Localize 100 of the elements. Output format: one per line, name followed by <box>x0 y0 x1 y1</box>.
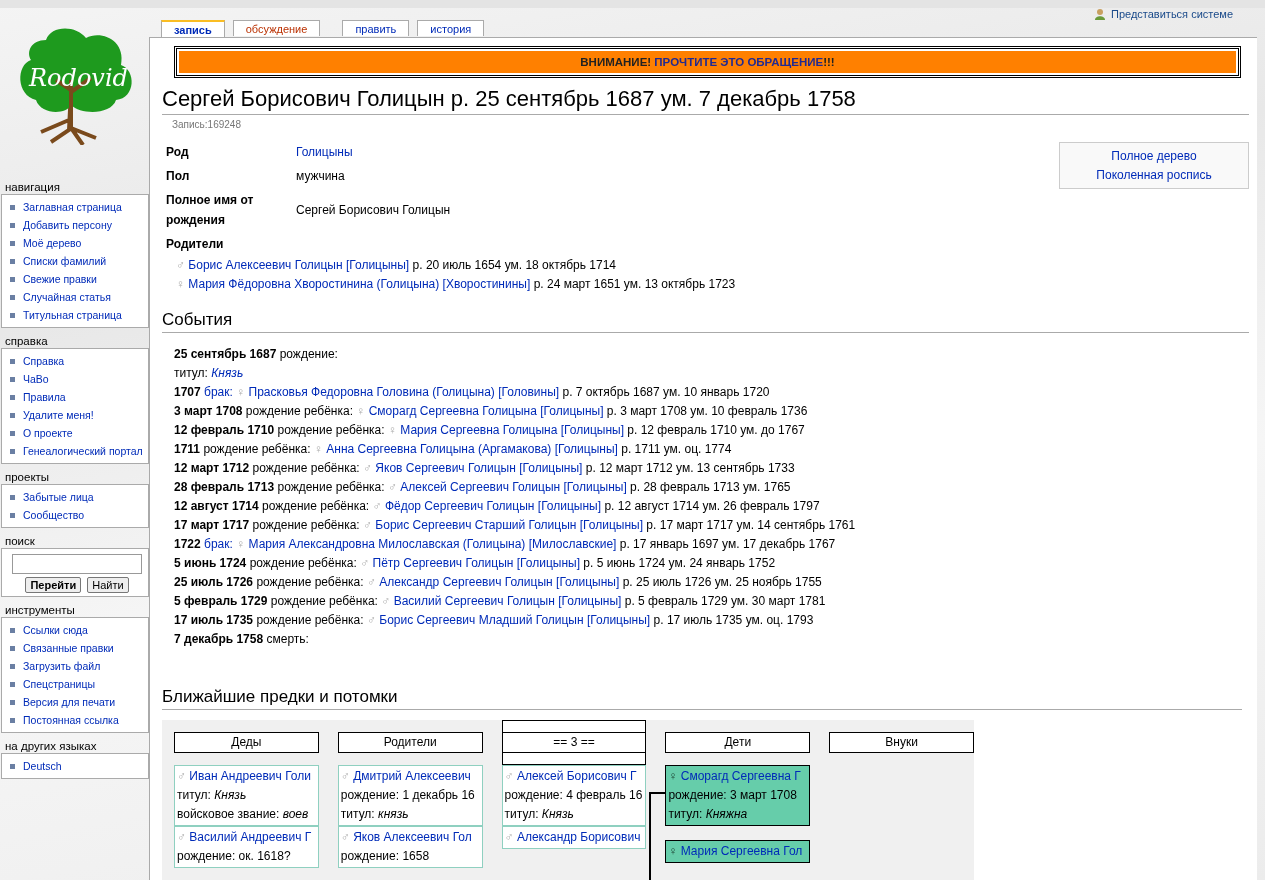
generation-header: Дети <box>665 732 811 753</box>
event-type-link[interactable]: брак: <box>204 537 233 551</box>
family-link[interactable]: [Голицыны] <box>558 594 622 608</box>
card-person[interactable]: ♂ Иван Андреевич Голи <box>177 767 316 786</box>
bullet-icon <box>10 431 15 436</box>
nav-link[interactable]: Удалите меня! <box>10 406 144 424</box>
family-link[interactable]: [Голицыны] <box>345 258 410 272</box>
generation-header: == 3 == <box>501 720 647 765</box>
person-link[interactable]: Василий Сергеевич Голицын <box>393 594 555 608</box>
event-line: 5 февраль 1729 рождение ребёнка: ♂ Василий Сергеевич Голицын [Голицыны] р. 5 февраль 1729 ум. 30 март 1781 <box>174 593 827 610</box>
nav-link[interactable]: Связанные правки <box>10 639 144 657</box>
field-link[interactable]: Голицыны <box>296 145 353 159</box>
page-tab[interactable]: править <box>342 20 410 36</box>
event-line: 25 июль 1726 рождение ребёнка: ♂ Александр Сергеевич Голицын [Голицыны] р. 25 июль 1726 ум. 25 ноябрь 1755 <box>174 574 823 591</box>
family-link[interactable]: [Голицыны] <box>556 575 620 589</box>
bullet-icon <box>10 205 15 210</box>
event-line: 12 март 1712 рождение ребёнка: ♂ Яков Сергеевич Голицын [Голицыны] р. 12 март 1712 ум. 13 сентябрь 1733 <box>174 460 796 477</box>
portlet-title: проекты <box>4 470 51 484</box>
field-label: Пол <box>166 168 191 185</box>
nav-link[interactable]: Справка <box>10 352 144 370</box>
card-detail: войсковое звание: воев <box>177 806 310 823</box>
person-link[interactable]: Борис Сергеевич Младший Голицын <box>379 613 584 627</box>
family-link[interactable]: [Милославские] <box>528 537 617 551</box>
person-link[interactable]: Прасковья Федоровна Головина (Голицына) <box>248 385 495 399</box>
person-link[interactable]: Мария Сергеевна Голицына <box>400 423 558 437</box>
bullet-icon <box>10 377 15 382</box>
nav-link[interactable]: Списки фамилий <box>10 252 144 270</box>
family-link[interactable]: [Голицыны] <box>586 613 651 627</box>
nav-link[interactable]: Спецстраницы <box>10 675 144 693</box>
bullet-icon <box>10 495 15 500</box>
relative-line: ♂ Борис Алексеевич Голицын [Голицыны] р. 20 июль 1654 ум. 18 октябрь 1714 <box>176 257 617 274</box>
page-tab[interactable]: запись <box>161 20 225 37</box>
family-link[interactable]: [Голицыны] <box>554 442 618 456</box>
event-line: 1722 брак: ♀ Мария Александровна Милославская (Голицына) [Милославские] р. 17 январь 1697 ум. 17 декабрь 1767 <box>174 536 837 553</box>
person-link[interactable]: Сморагд Сергеевна Голицына <box>368 404 537 418</box>
card-person[interactable]: ♂ Дмитрий Алексеевич <box>340 767 480 786</box>
family-link[interactable]: [Голицыны] <box>540 404 604 418</box>
nav-link[interactable]: О проекте <box>10 424 144 442</box>
person-link[interactable]: Яков Сергеевич Голицын <box>375 461 516 475</box>
title-link[interactable]: Князь <box>211 366 244 380</box>
person-link[interactable]: Фёдор Сергеевич Голицын <box>384 499 535 513</box>
nav-link[interactable]: ЧаВо <box>10 370 144 388</box>
tree-link[interactable]: Полное дерево <box>1111 149 1197 164</box>
field-label: Род <box>166 144 190 161</box>
portlet-title: на других языках <box>4 739 98 753</box>
nav-link[interactable]: Правила <box>10 388 144 406</box>
person-link[interactable]: Борис Алексеевич Голицын <box>188 258 343 272</box>
family-link[interactable]: [Хворостинины] <box>442 277 531 291</box>
nav-link[interactable]: Случайная статья <box>10 288 144 306</box>
notice-link[interactable]: ПРОЧТИТЕ ЭТО ОБРАЩЕНИЕ <box>654 56 824 68</box>
card-person[interactable]: ♀ Мария Сергеевна Гол <box>668 842 808 861</box>
card-person[interactable]: ♂ Яков Алексеевич Гол <box>340 828 480 847</box>
nav-link[interactable]: Загрузить файл <box>10 657 144 675</box>
user-icon <box>1094 8 1106 20</box>
nav-link[interactable]: Моё дерево <box>10 234 144 252</box>
person-link[interactable]: Мария Фёдоровна Хворостинина (Голицына) <box>188 277 440 291</box>
family-link[interactable]: [Голицыны] <box>516 556 580 570</box>
search-button[interactable]: Найти <box>87 577 129 593</box>
record-id: Запись:169248 <box>172 119 242 130</box>
family-link[interactable]: [Голицыны] <box>519 461 583 475</box>
person-link[interactable]: Александр Сергеевич Голицын <box>379 575 553 589</box>
card-person[interactable]: ♂ Василий Андреевич Г <box>177 828 316 847</box>
card-person[interactable]: ♂ Алексей Борисович Г <box>504 767 644 786</box>
field-label: Родители <box>166 236 225 253</box>
nav-link[interactable]: Постоянная ссылка <box>10 711 144 729</box>
search-field[interactable] <box>12 554 142 574</box>
page-tab[interactable]: история <box>417 20 485 36</box>
portlet-title: справка <box>4 334 49 348</box>
person-link[interactable]: Пётр Сергеевич Голицын <box>372 556 514 570</box>
person-link[interactable]: Мария Александровна Милославская (Голицына) <box>248 537 526 551</box>
search-button[interactable]: Перейти <box>25 577 82 593</box>
nav-link[interactable]: Версия для печати <box>10 693 144 711</box>
field-label: Полное имя от рождения <box>166 192 255 229</box>
card-person[interactable]: ♂ Александр Борисович <box>504 828 644 847</box>
person-link[interactable]: Алексей Сергеевич Голицын <box>400 480 561 494</box>
nav-link[interactable]: Добавить персону <box>10 216 144 234</box>
event-type-link[interactable]: брак: <box>204 385 233 399</box>
login-link[interactable]: Представиться системе <box>1094 8 1233 20</box>
person-link[interactable]: Анна Сергеевна Голицына (Аргамакова) <box>326 442 552 456</box>
nav-link[interactable]: Ссылки сюда <box>10 621 144 639</box>
person-link[interactable]: Борис Сергеевич Старший Голицын <box>375 518 577 532</box>
generation-header: Родители <box>337 732 483 753</box>
nav-link[interactable]: Генеалогический портал <box>10 442 144 460</box>
nav-link[interactable]: Заглавная страница <box>10 198 144 216</box>
family-link[interactable]: [Голицыны] <box>563 480 627 494</box>
nav-link[interactable]: Сообщество <box>10 506 144 524</box>
bullet-icon <box>10 682 15 687</box>
page-tab[interactable]: обсуждение <box>232 20 321 36</box>
family-link[interactable]: [Голицыны] <box>560 423 624 437</box>
tree-link[interactable]: Поколенная роспись <box>1096 167 1212 182</box>
family-link[interactable]: [Голицыны] <box>537 499 602 513</box>
nav-link[interactable]: Deutsch <box>10 757 144 775</box>
family-link[interactable]: [Голицыны] <box>579 518 643 532</box>
card-detail: рождение: 4 февраль 16 <box>504 787 644 804</box>
nav-link[interactable]: Титульная страница <box>10 306 144 324</box>
card-person[interactable]: ♀ Сморагд Сергеевна Г <box>668 767 808 786</box>
nav-link[interactable]: Свежие правки <box>10 270 144 288</box>
family-link[interactable]: [Головины] <box>498 385 560 399</box>
nav-link[interactable]: Забытые лица <box>10 488 144 506</box>
card-detail: титул: Князь <box>177 787 248 804</box>
